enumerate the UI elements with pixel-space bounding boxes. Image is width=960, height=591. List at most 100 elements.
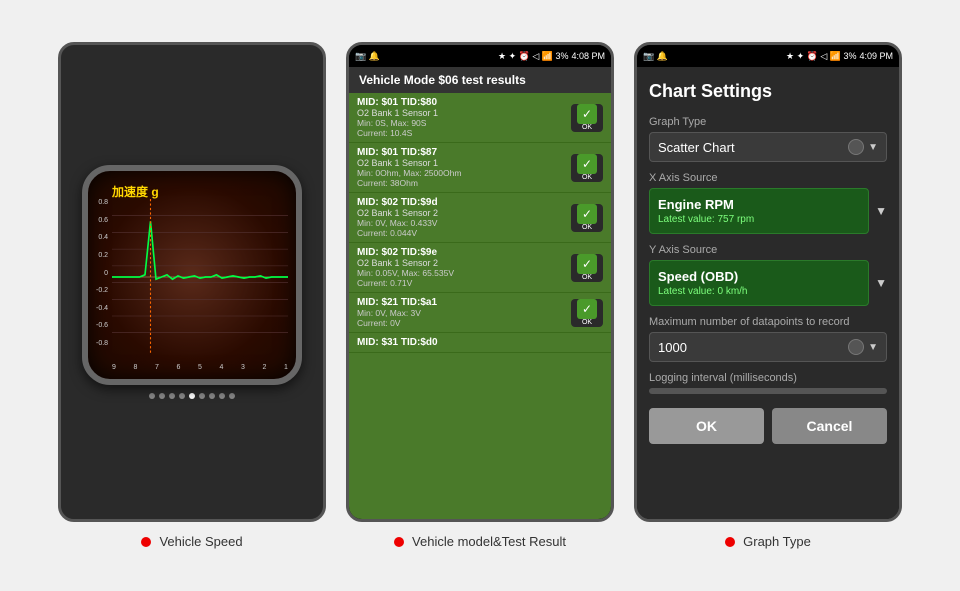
graph-type-controls: ▼ [848,139,878,155]
p3-status-bar: 📷 🔔 ★ ✦ ⏰ ◁ 📶 3% 4:09 PM [637,45,899,67]
dot-3 [169,393,175,399]
x-axis-sub: Latest value: 757 rpm [658,214,860,225]
x-label-7: 7 [155,364,159,371]
dot-1 [149,393,155,399]
p2-row-4: MID: $02 TID:$9e O2 Bank 1 Sensor 2 Min:… [349,243,611,293]
dot-5-active [189,393,195,399]
ok-label-2: OK [577,174,597,181]
p2-row-6: MID: $31 TID:$d0 [349,333,611,353]
p2-check-1: ✓ OK [571,104,603,132]
x-axis-section: X Axis Source Engine RPM Latest value: 7… [649,172,887,234]
chart-settings-title: Chart Settings [649,81,887,102]
ok-button[interactable]: OK [649,408,764,444]
logging-section: Logging interval (milliseconds) [649,372,887,394]
p2-mid-3: MID: $02 TID:$9d [357,197,571,208]
graph-type-arrow-icon: ▼ [868,142,878,153]
p2-check-5: ✓ OK [571,299,603,327]
p3-status-right: ★ ✦ ⏰ ◁ 📶 3% 4:09 PM [786,51,893,62]
max-dp-arrow-icon: ▼ [868,342,878,353]
y-axis-green-box: Speed (OBD) Latest value: 0 km/h [649,260,869,306]
p2-row6-info: MID: $31 TID:$d0 [357,337,603,348]
p2-header-text: Vehicle Mode $06 test results [359,73,526,87]
check-icon-4: ✓ [577,254,597,274]
x-label-6: 6 [177,364,181,371]
panel1-text: Vehicle Speed [159,534,242,549]
graph-svg [112,199,288,355]
x-label-4: 4 [220,364,224,371]
y-label-4: 0.2 [98,252,108,259]
graph-type-circle-btn[interactable] [848,139,864,155]
ok-label-5: OK [577,319,597,326]
p2-content: MID: $01 TID:$80 O2 Bank 1 Sensor 1 Min:… [349,93,611,519]
graph-type-value: Scatter Chart [658,140,848,155]
panel1-label: Vehicle Speed [141,534,242,549]
max-datapoints-label: Maximum number of datapoints to record [649,316,887,328]
p2-row3-info: MID: $02 TID:$9d O2 Bank 1 Sensor 2 Min:… [357,197,571,238]
p2-row1-info: MID: $01 TID:$80 O2 Bank 1 Sensor 1 Min:… [357,97,571,138]
p2-mid-4: MID: $02 TID:$9e [357,247,571,258]
max-datapoints-input[interactable]: 1000 ▼ [649,332,887,362]
p2-bank-2: O2 Bank 1 Sensor 1 [357,158,571,168]
panel1-dot [141,537,151,547]
p2-mid-2: MID: $01 TID:$87 [357,147,571,158]
panel2-label: Vehicle model&Test Result [394,534,566,549]
x-label-2: 2 [263,364,267,371]
check-icon-2: ✓ [577,154,597,174]
panel2: 📷 🔔 ★ ✦ ⏰ ◁ 📶 3% 4:08 PM Vehicle Mode $0… [346,42,614,549]
max-dp-circle-btn[interactable] [848,339,864,355]
x-axis-green-box: Engine RPM Latest value: 757 rpm [649,188,869,234]
x-label-9: 9 [112,364,116,371]
graph-type-dropdown[interactable]: Scatter Chart ▼ [649,132,887,162]
p3-status-icons: 📷 🔔 [643,51,668,62]
x-axis-arrow-icon[interactable]: ▼ [875,204,887,218]
p2-bank-1: O2 Bank 1 Sensor 1 [357,108,571,118]
x-axis-row: Engine RPM Latest value: 757 rpm ▼ [649,188,887,234]
panel3-text: Graph Type [743,534,811,549]
y-axis-section: Y Axis Source Speed (OBD) Latest value: … [649,244,887,306]
x-label-8: 8 [134,364,138,371]
max-datapoints-value: 1000 [658,340,687,355]
ok-label-1: OK [577,124,597,131]
p2-mid-5: MID: $21 TID:$a1 [357,297,571,308]
p2-bank-3: O2 Bank 1 Sensor 2 [357,208,571,218]
dot-8 [219,393,225,399]
panel2-text: Vehicle model&Test Result [412,534,566,549]
p2-mid-1: MID: $01 TID:$80 [357,97,571,108]
y-axis-value: Speed (OBD) [658,269,860,284]
panel1: 加速度 g 0.8 0.6 0.4 0.2 0 -0.2 -0.4 -0.6 -… [58,42,326,549]
p2-row2-info: MID: $01 TID:$87 O2 Bank 1 Sensor 1 Min:… [357,147,571,188]
check-icon-3: ✓ [577,204,597,224]
p2-vals-4: Min: 0.05V, Max: 65.535VCurrent: 0.71V [357,268,571,288]
panel3-phone: 📷 🔔 ★ ✦ ⏰ ◁ 📶 3% 4:09 PM Chart Settings … [634,42,902,522]
y-label-6: -0.2 [96,287,108,294]
panel3-label: Graph Type [725,534,811,549]
logging-label: Logging interval (milliseconds) [649,372,887,384]
p2-header: Vehicle Mode $06 test results [349,67,611,93]
max-datapoints-section: Maximum number of datapoints to record 1… [649,316,887,362]
graph-title: 加速度 g [112,183,159,200]
logging-bar [649,388,887,394]
p2-bank-4: O2 Bank 1 Sensor 2 [357,258,571,268]
cancel-button[interactable]: Cancel [772,408,887,444]
p2-status-left: 📷 🔔 [355,51,380,62]
p3-bt-icon: ★ ✦ ⏰ ◁ 📶 3% [786,51,856,62]
p2-check-4: ✓ OK [571,254,603,282]
p3-time: 4:09 PM [859,51,893,61]
x-label-5: 5 [198,364,202,371]
y-axis-sub: Latest value: 0 km/h [658,286,860,297]
graph-area [112,199,288,355]
dot-indicators [149,393,235,399]
graph-x-axis: 9 8 7 6 5 4 3 2 1 [112,364,288,371]
y-axis-arrow-icon[interactable]: ▼ [875,276,887,290]
check-icon-5: ✓ [577,299,597,319]
graph-type-section: Graph Type Scatter Chart ▼ [649,116,887,162]
ok-label-3: OK [577,224,597,231]
x-axis-label: X Axis Source [649,172,887,184]
panel3-dot [725,537,735,547]
p2-bt-icon: ★ ✦ ⏰ ◁ 📶 3% [498,51,568,62]
graph-type-label: Graph Type [649,116,887,128]
y-label-8: -0.6 [96,322,108,329]
graph-widget: 加速度 g 0.8 0.6 0.4 0.2 0 -0.2 -0.4 -0.6 -… [82,165,302,385]
dot-6 [199,393,205,399]
p2-row-3: MID: $02 TID:$9d O2 Bank 1 Sensor 2 Min:… [349,193,611,243]
